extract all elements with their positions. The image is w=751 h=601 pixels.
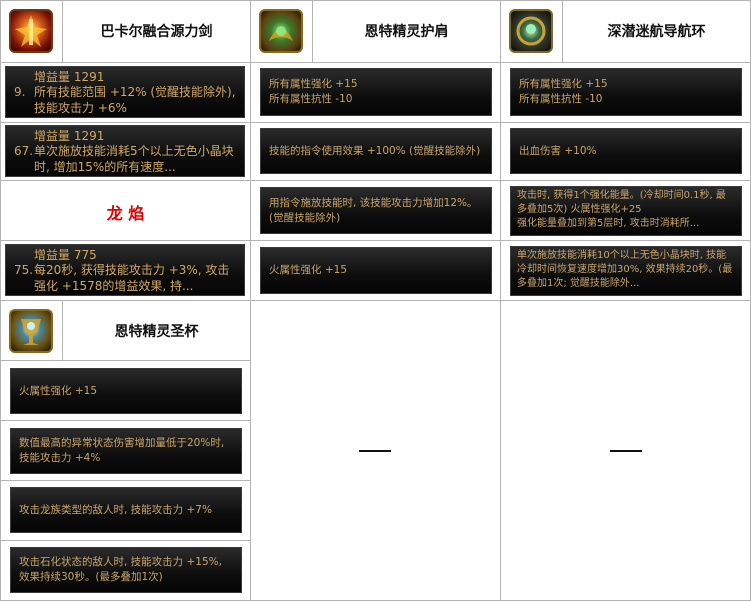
option-number: 67. [14, 144, 34, 158]
ring-option-4: 单次施放技能消耗10个以上无色小晶块时, 技能冷却时间恢复速度增加30%, 效果… [510, 246, 742, 296]
buff-amount: 增益量 1291 [34, 70, 105, 84]
green-gold-shoulder-item-icon [259, 9, 303, 53]
item-comparison-table: 巴卡尔融合源力剑 恩特精灵护肩 深潜迷航导航环 增益量 1291 9. 所有技能… [0, 0, 751, 601]
option-text: 攻击石化状态的敌人时, 技能攻击力 +15%, 效果持续30秒。(最多叠加1次) [19, 556, 222, 583]
option-text: 每20秒, 获得技能攻击力 +3%, 攻击强化 +1578的增益效果, 持... [34, 263, 230, 293]
item-title-shoulder: 恩特精灵护肩 [364, 24, 449, 40]
ring-option-1: 所有属性强化 +15 所有属性抗性 -10 [510, 68, 742, 116]
shoulder-option-3: 用指令施放技能时, 该技能攻击力增加12%。(觉醒技能除外) [260, 187, 492, 234]
sword-option-2: 增益量 1291 67. 单次施放技能消耗5个以上无色小晶块时, 增加15%的所… [5, 125, 245, 177]
empty-cell-dash-line [610, 450, 642, 452]
shoulder-option-1: 所有属性强化 +15 所有属性抗性 -10 [260, 68, 492, 116]
item-title-chalice: 恩特精灵圣杯 [114, 324, 199, 340]
sword-option-3: 增益量 775 75. 每20秒, 获得技能攻击力 +3%, 攻击强化 +157… [5, 244, 245, 296]
buff-amount: 增益量 775 [34, 248, 97, 262]
option-text: 攻击龙族类型的敌人时, 技能攻击力 +7% [19, 503, 212, 516]
sword-option-1: 增益量 1291 9. 所有技能范围 +12% (觉醒技能除外), 技能攻击力 … [5, 66, 245, 118]
option-text: 所有属性强化 +15 所有属性抗性 -10 [269, 78, 358, 105]
option-text: 所有属性强化 +15 所有属性抗性 -10 [519, 78, 608, 105]
chalice-option-2: 数值最高的异常状态伤害增加量低于20%时, 技能攻击力 +4% [10, 428, 242, 474]
option-text: 用指令施放技能时, 该技能攻击力增加12%。(觉醒技能除外) [269, 196, 478, 224]
red-gold-sword-item-icon [9, 9, 53, 53]
option-number: 9. [14, 85, 26, 99]
empty-cell-dash-line [359, 450, 391, 452]
chalice-option-1: 火属性强化 +15 [10, 368, 242, 414]
option-text: 单次施放技能消耗5个以上无色小晶块时, 增加15%的所有速度... [34, 144, 234, 174]
option-text: 数值最高的异常状态伤害增加量低于20%时, 技能攻击力 +4% [19, 437, 225, 464]
item-title-ring: 深潜迷航导航环 [607, 24, 706, 40]
shoulder-option-4: 火属性强化 +15 [260, 247, 492, 294]
chalice-option-3: 攻击龙族类型的敌人时, 技能攻击力 +7% [10, 487, 242, 533]
option-number: 75. [14, 263, 34, 277]
option-text: 出血伤害 +10% [519, 144, 597, 157]
dragon-flame-label: 龙 焰 [106, 204, 145, 223]
chalice-option-4: 攻击石化状态的敌人时, 技能攻击力 +15%, 效果持续30秒。(最多叠加1次) [10, 547, 242, 593]
option-text: 所有技能范围 +12% (觉醒技能除外), 技能攻击力 +6% [34, 85, 236, 115]
buff-amount: 增益量 1291 [34, 129, 105, 143]
compass-ring-item-icon [509, 9, 553, 53]
option-text: 火属性强化 +15 [19, 384, 97, 397]
item-title-sword: 巴卡尔融合源力剑 [100, 24, 213, 40]
option-text: 技能的指令使用效果 +100% (觉醒技能除外) [269, 144, 481, 157]
shoulder-option-2: 技能的指令使用效果 +100% (觉醒技能除外) [260, 128, 492, 174]
ring-option-3: 攻击时, 获得1个强化能量。(冷却时间0.1秒, 最多叠加5次) 火属性强化+2… [510, 186, 742, 236]
ring-option-2: 出血伤害 +10% [510, 128, 742, 174]
option-text: 攻击时, 获得1个强化能量。(冷却时间0.1秒, 最多叠加5次) 火属性强化+2… [517, 190, 726, 229]
option-text: 火属性强化 +15 [269, 264, 347, 276]
green-gold-chalice-item-icon [9, 309, 53, 353]
option-text: 单次施放技能消耗10个以上无色小晶块时, 技能冷却时间恢复速度增加30%, 效果… [517, 250, 733, 289]
